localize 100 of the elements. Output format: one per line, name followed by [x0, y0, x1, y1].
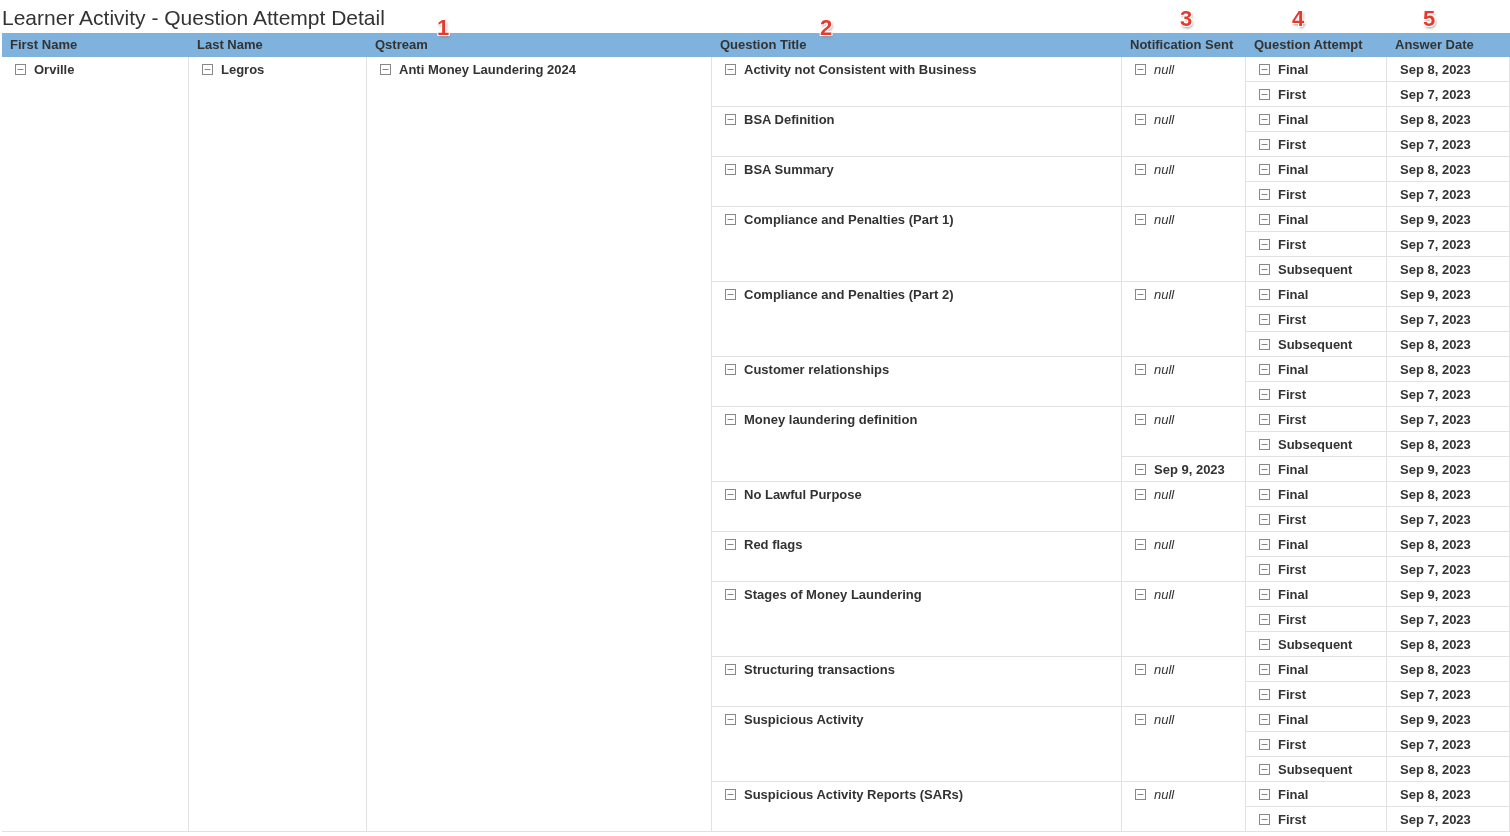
notification-cell: null [1154, 163, 1175, 177]
minus-square-icon[interactable] [725, 164, 736, 175]
minus-square-icon[interactable] [1259, 464, 1270, 475]
minus-square-icon[interactable] [1135, 789, 1146, 800]
minus-square-icon[interactable] [1259, 214, 1270, 225]
answer-date-cell: Sep 8, 2023 [1400, 763, 1471, 777]
attempt-cell: Final [1278, 113, 1309, 127]
minus-square-icon[interactable] [1135, 414, 1146, 425]
minus-square-icon[interactable] [1259, 714, 1270, 725]
minus-square-icon[interactable] [1259, 364, 1270, 375]
attempt-cell: Final [1278, 288, 1309, 302]
minus-square-icon[interactable] [1259, 564, 1270, 575]
answer-date-cell: Sep 8, 2023 [1400, 438, 1471, 452]
attempt-cell: First [1278, 513, 1307, 527]
attempt-cell: Subsequent [1278, 338, 1353, 352]
minus-square-icon[interactable] [1259, 589, 1270, 600]
report-title: Learner Activity - Question Attempt Detail [2, 5, 385, 31]
question-title-cell: No Lawful Purpose [744, 488, 862, 502]
minus-square-icon[interactable] [1259, 189, 1270, 200]
minus-square-icon[interactable] [1135, 489, 1146, 500]
minus-square-icon[interactable] [1135, 289, 1146, 300]
minus-square-icon[interactable] [1135, 214, 1146, 225]
minus-square-icon[interactable] [1259, 314, 1270, 325]
minus-square-icon[interactable] [725, 664, 736, 675]
answer-date-cell: Sep 8, 2023 [1400, 538, 1471, 552]
answer-date-cell: Sep 7, 2023 [1400, 313, 1471, 327]
minus-square-icon[interactable] [1259, 339, 1270, 350]
minus-square-icon[interactable] [1259, 439, 1270, 450]
attempt-cell: First [1278, 413, 1307, 427]
minus-square-icon[interactable] [1259, 614, 1270, 625]
minus-square-icon[interactable] [725, 714, 736, 725]
answer-date-cell: Sep 9, 2023 [1400, 288, 1471, 302]
minus-square-icon[interactable] [1135, 714, 1146, 725]
question-title-cell: Structuring transactions [744, 663, 895, 677]
minus-square-icon[interactable] [725, 64, 736, 75]
minus-square-icon[interactable] [1259, 139, 1270, 150]
minus-square-icon[interactable] [1259, 389, 1270, 400]
attempt-cell: Final [1278, 63, 1309, 77]
minus-square-icon[interactable] [1259, 114, 1270, 125]
minus-square-icon[interactable] [725, 789, 736, 800]
minus-square-icon[interactable] [1135, 64, 1146, 75]
question-title-cell: BSA Definition [744, 113, 835, 127]
minus-square-icon[interactable] [1259, 689, 1270, 700]
minus-square-icon[interactable] [1135, 364, 1146, 375]
minus-square-icon[interactable] [725, 114, 736, 125]
minus-square-icon[interactable] [1259, 764, 1270, 775]
minus-square-icon[interactable] [1259, 264, 1270, 275]
last-name-cell: Legros [221, 63, 265, 77]
column-header[interactable]: Question Title [720, 37, 807, 52]
minus-square-icon[interactable] [725, 214, 736, 225]
question-title-cell: Suspicious Activity [744, 713, 864, 727]
minus-square-icon[interactable] [1135, 539, 1146, 550]
minus-square-icon[interactable] [725, 539, 736, 550]
minus-square-icon[interactable] [1259, 164, 1270, 175]
minus-square-icon[interactable] [1259, 814, 1270, 825]
minus-square-icon[interactable] [1259, 539, 1270, 550]
minus-square-icon[interactable] [15, 64, 26, 75]
attempt-cell: Subsequent [1278, 438, 1353, 452]
attempt-cell: Final [1278, 788, 1309, 802]
notification-cell: null [1154, 538, 1175, 552]
minus-square-icon[interactable] [202, 64, 213, 75]
attempt-cell: Subsequent [1278, 263, 1353, 277]
question-title-cell: Stages of Money Laundering [744, 588, 922, 602]
callout-number: 5 [1423, 7, 1436, 31]
attempt-cell: First [1278, 688, 1307, 702]
attempt-cell: First [1278, 613, 1307, 627]
minus-square-icon[interactable] [725, 414, 736, 425]
minus-square-icon[interactable] [1259, 89, 1270, 100]
callout-number: 3 [1180, 7, 1193, 31]
minus-square-icon[interactable] [1259, 789, 1270, 800]
question-title-cell: Suspicious Activity Reports (SARs) [744, 788, 964, 802]
minus-square-icon[interactable] [1135, 664, 1146, 675]
minus-square-icon[interactable] [1259, 664, 1270, 675]
minus-square-icon[interactable] [1135, 164, 1146, 175]
minus-square-icon[interactable] [1259, 414, 1270, 425]
minus-square-icon[interactable] [1259, 64, 1270, 75]
answer-date-cell: Sep 8, 2023 [1400, 638, 1471, 652]
answer-date-cell: Sep 8, 2023 [1400, 113, 1471, 127]
attempt-cell: Final [1278, 663, 1309, 677]
minus-square-icon[interactable] [1135, 464, 1146, 475]
answer-date-cell: Sep 9, 2023 [1400, 713, 1471, 727]
minus-square-icon[interactable] [1259, 239, 1270, 250]
minus-square-icon[interactable] [1135, 114, 1146, 125]
minus-square-icon[interactable] [725, 489, 736, 500]
answer-date-cell: Sep 8, 2023 [1400, 338, 1471, 352]
minus-square-icon[interactable] [725, 589, 736, 600]
minus-square-icon[interactable] [380, 64, 391, 75]
answer-date-cell: Sep 9, 2023 [1400, 463, 1471, 477]
notification-cell: null [1154, 288, 1175, 302]
minus-square-icon[interactable] [1259, 489, 1270, 500]
answer-date-cell: Sep 7, 2023 [1400, 238, 1471, 252]
minus-square-icon[interactable] [1259, 639, 1270, 650]
minus-square-icon[interactable] [1259, 289, 1270, 300]
answer-date-cell: Sep 7, 2023 [1400, 688, 1471, 702]
column-header[interactable]: Qstream [375, 37, 428, 52]
minus-square-icon[interactable] [725, 364, 736, 375]
minus-square-icon[interactable] [725, 289, 736, 300]
minus-square-icon[interactable] [1259, 739, 1270, 750]
minus-square-icon[interactable] [1259, 514, 1270, 525]
minus-square-icon[interactable] [1135, 589, 1146, 600]
